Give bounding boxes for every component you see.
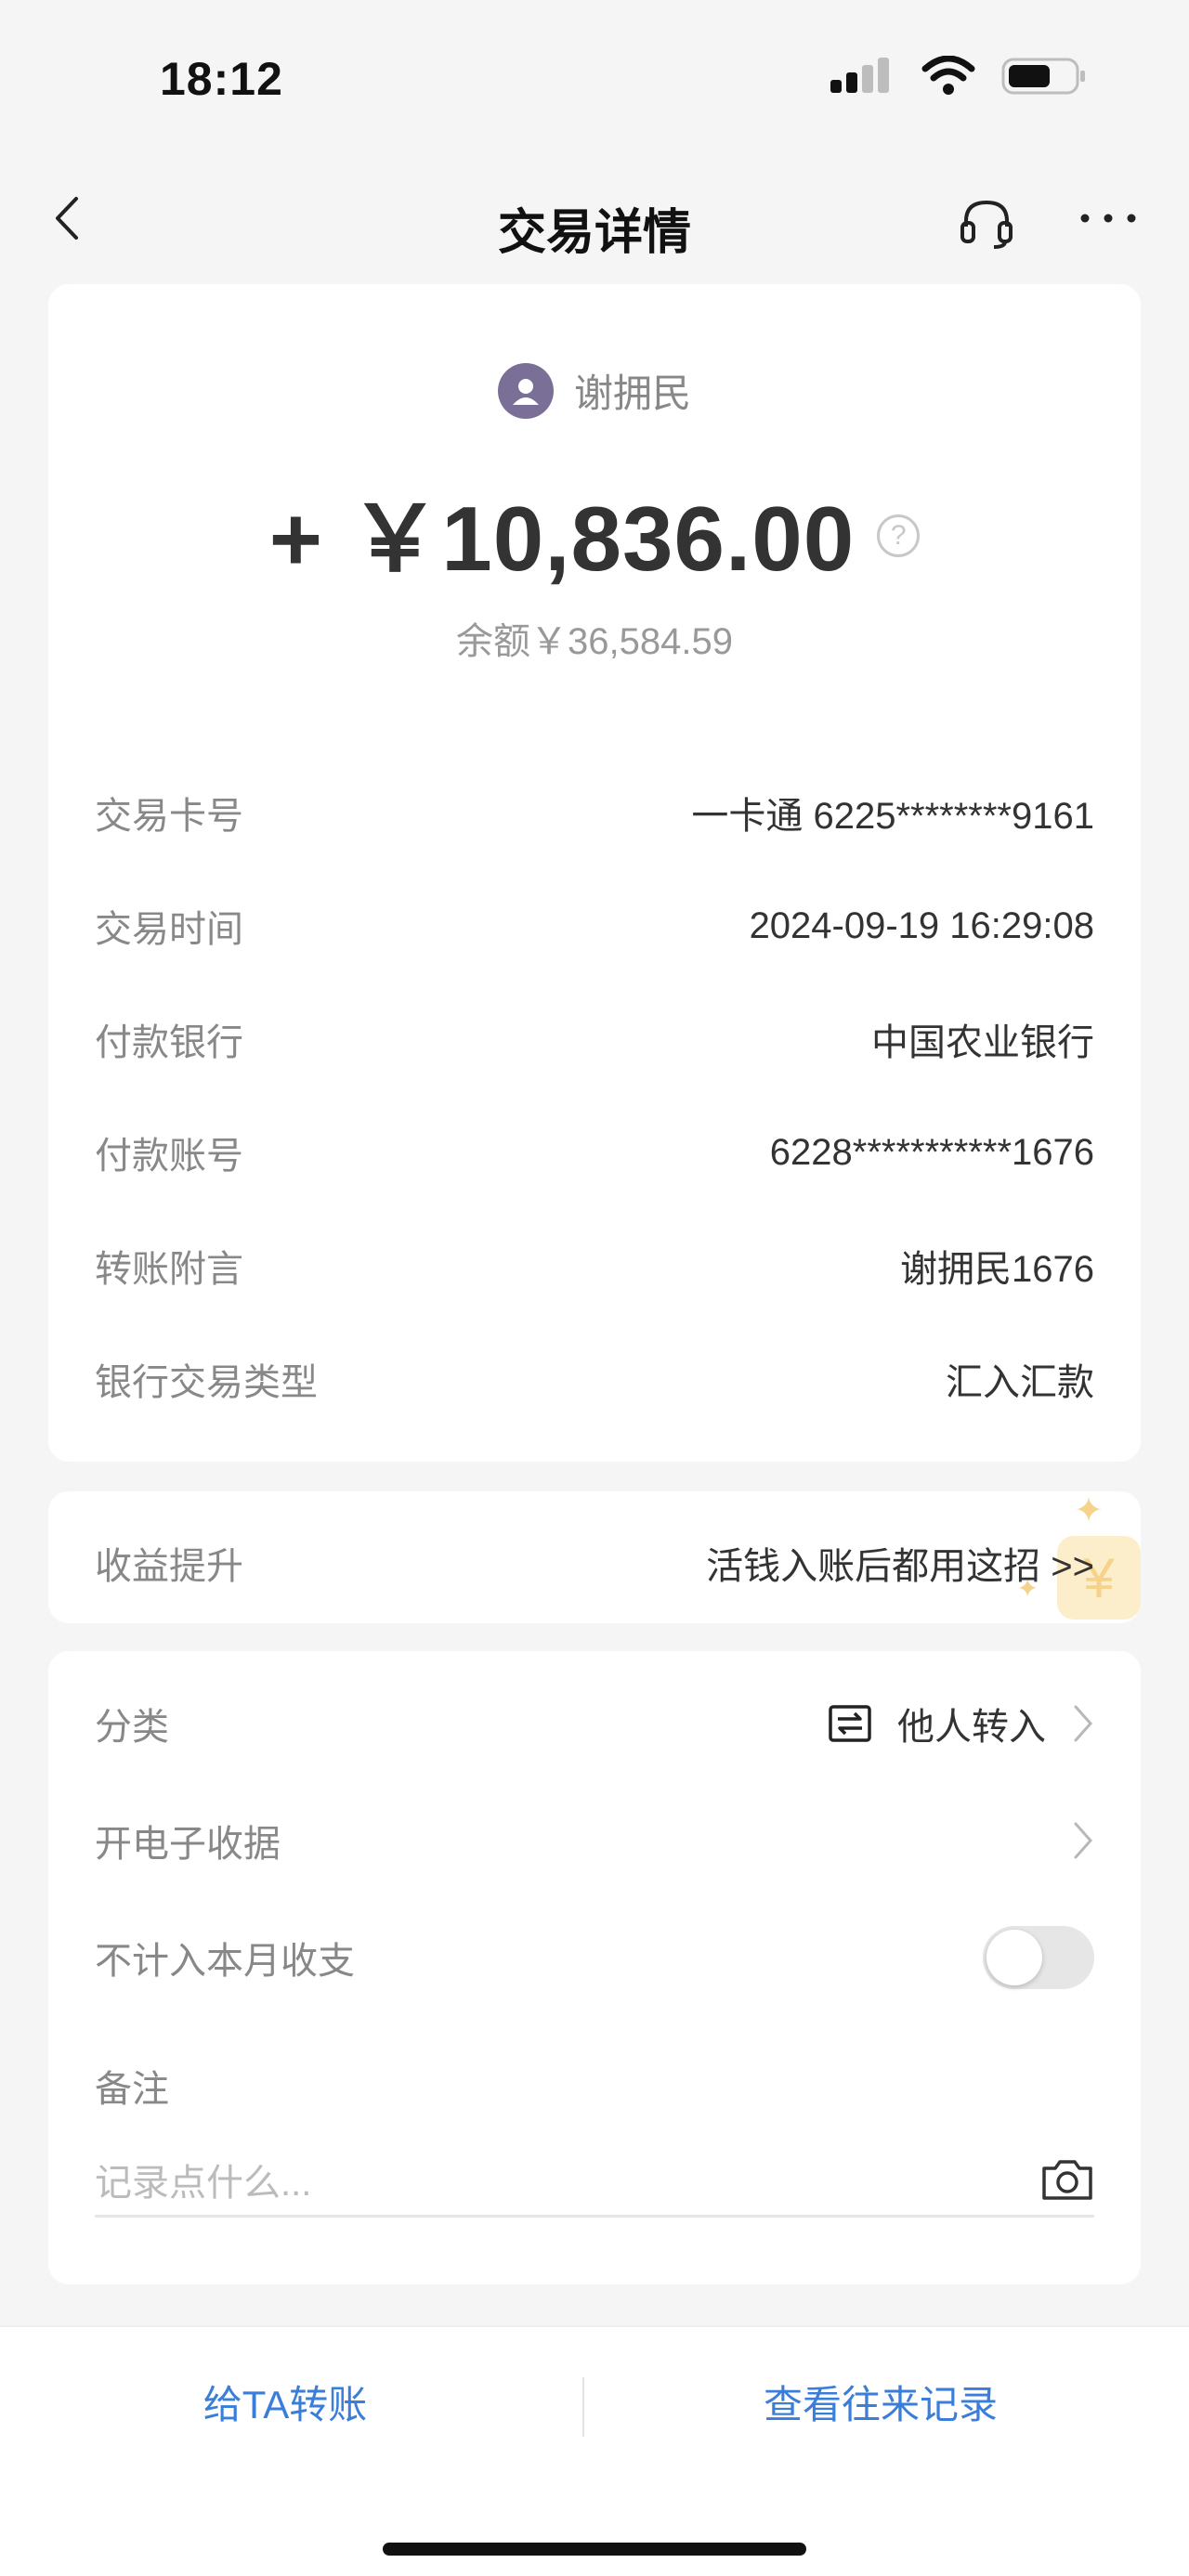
detail-value: 2024-09-19 16:29:08	[749, 904, 1094, 946]
amount-row: + ￥10,836.00 ?	[48, 465, 1141, 597]
wifi-icon	[921, 56, 975, 95]
exclude-label: 不计入本月收支	[95, 1941, 355, 1982]
receipt-row[interactable]: 开电子收据	[95, 1813, 1094, 1868]
status-bar: 18:12	[0, 0, 1189, 158]
note-label-row: 备注	[95, 2058, 1094, 2114]
status-icons	[830, 56, 1087, 97]
exclude-toggle[interactable]	[983, 1926, 1094, 1989]
headset-icon[interactable]	[957, 195, 1016, 251]
detail-row-transaction-type: 银行交易类型 汇入汇款	[95, 1322, 1094, 1436]
transaction-amount: + ￥10,836.00	[268, 488, 856, 590]
history-button[interactable]: 查看往来记录	[583, 2374, 1178, 2430]
receipt-label: 开电子收据	[95, 1824, 281, 1865]
cellular-signal-icon	[830, 58, 889, 93]
camera-icon[interactable]	[1040, 2157, 1094, 2202]
user-icon	[512, 378, 539, 405]
note-placeholder: 记录点什么...	[95, 2162, 312, 2204]
balance: 余额￥36,584.59	[456, 621, 733, 662]
detail-row-card-number: 交易卡号 一卡通 6225********9161	[95, 756, 1094, 869]
nav-bar: 交易详情	[0, 158, 1189, 279]
detail-value: 一卡通 6225********9161	[691, 796, 1094, 837]
chevron-right-icon	[1074, 1705, 1093, 1742]
home-indicator	[383, 2543, 806, 2556]
detail-label: 交易卡号	[95, 796, 243, 837]
detail-row-memo: 转账附言 谢拥民1676	[95, 1209, 1094, 1322]
more-icon[interactable]	[1076, 195, 1141, 241]
settings-card: 分类 他人转入 开电子收据 不计入本月收支 备注 记录点什么...	[48, 1651, 1141, 2284]
avatar	[497, 362, 554, 419]
promo-link[interactable]: 活钱入账后都用这招 >>	[706, 1536, 1094, 1590]
detail-label: 银行交易类型	[95, 1362, 318, 1403]
transaction-card: 谢拥民 + ￥10,836.00 ? 余额￥36,584.59 交易卡号 一卡通…	[48, 284, 1141, 1462]
note-label: 备注	[95, 2069, 169, 2110]
note-input[interactable]: 记录点什么...	[95, 2143, 1094, 2218]
detail-value: 6228***********1676	[769, 1131, 1094, 1173]
bottom-action-bar: 给TA转账 查看往来记录	[0, 2325, 1189, 2576]
category-label: 分类	[95, 1707, 169, 1748]
transfer-button[interactable]: 给TA转账	[0, 2374, 570, 2430]
promo-card[interactable]: 收益提升 ✦ ✦ ¥ 活钱入账后都用这招 >>	[48, 1491, 1141, 1623]
category-row[interactable]: 分类 他人转入	[95, 1696, 1094, 1751]
detail-value: 中国农业银行	[871, 1022, 1094, 1063]
detail-value: 谢拥民1676	[900, 1249, 1094, 1290]
status-time: 18:12	[160, 53, 283, 105]
sparkle-icon: ✦	[1074, 1491, 1104, 1530]
transfer-icon	[829, 1705, 871, 1742]
detail-list: 交易卡号 一卡通 6225********9161 交易时间 2024-09-1…	[95, 756, 1094, 1436]
promo-label: 收益提升	[95, 1546, 243, 1587]
payer: 谢拥民	[48, 362, 1141, 419]
detail-row-time: 交易时间 2024-09-19 16:29:08	[95, 869, 1094, 982]
detail-label: 付款银行	[95, 1022, 243, 1063]
detail-row-payer-account: 付款账号 6228***********1676	[95, 1096, 1094, 1209]
chevron-right-icon	[1074, 1822, 1093, 1859]
exclude-row: 不计入本月收支	[95, 1920, 1094, 1995]
category-value-group: 他人转入	[829, 1697, 1094, 1750]
payer-name: 谢拥民	[573, 371, 691, 415]
detail-label: 交易时间	[95, 909, 243, 950]
detail-row-payer-bank: 付款银行 中国农业银行	[95, 982, 1094, 1096]
detail-label: 转账附言	[95, 1249, 243, 1290]
detail-value: 汇入汇款	[946, 1362, 1094, 1403]
detail-label: 付款账号	[95, 1136, 243, 1177]
toggle-knob	[986, 1930, 1042, 1985]
help-icon[interactable]: ?	[877, 514, 921, 557]
category-value: 他人转入	[897, 1707, 1046, 1748]
battery-icon	[1001, 58, 1085, 95]
